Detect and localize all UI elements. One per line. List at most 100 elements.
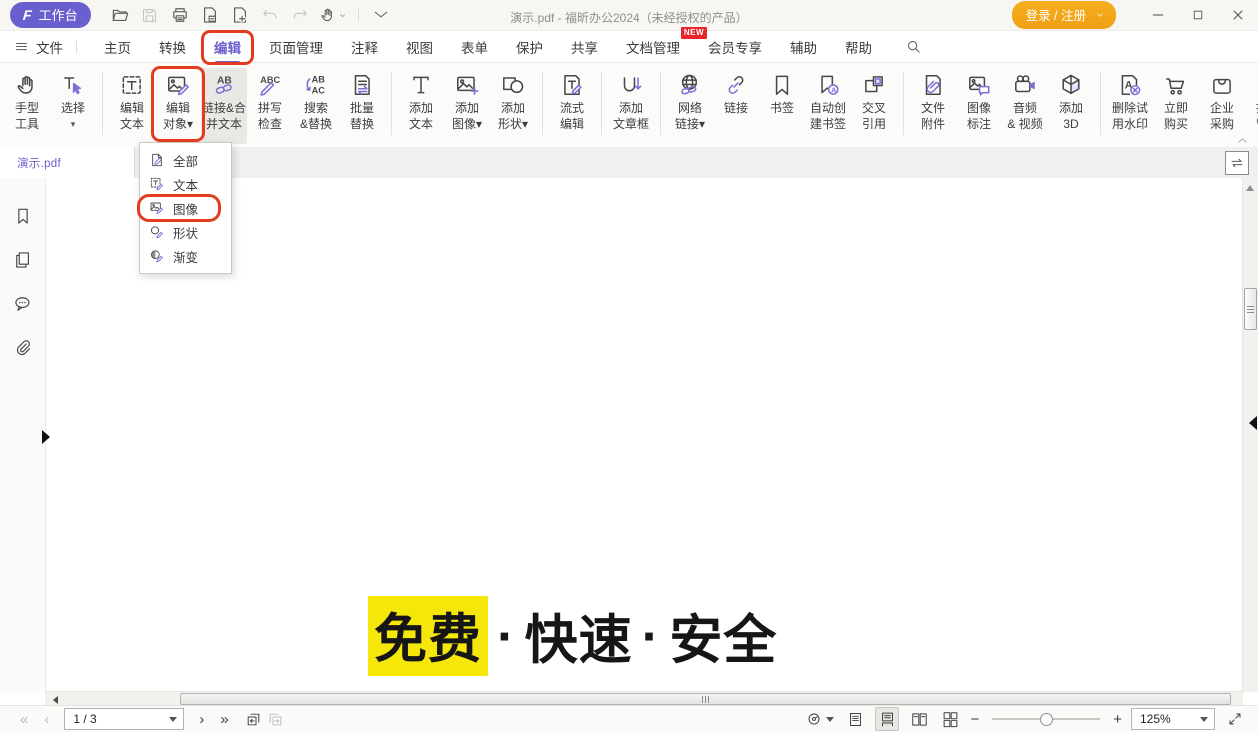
toolbar-button-add-text[interactable]: 添加 文本	[398, 68, 444, 144]
vertical-scrollbar[interactable]	[1242, 178, 1258, 692]
last-page-button[interactable]: »	[220, 712, 228, 727]
menu-item-membership[interactable]: 会员专享	[708, 37, 762, 57]
menu-item-help[interactable]: 帮助	[845, 37, 872, 57]
previous-page-button[interactable]: ‹	[44, 712, 49, 727]
minimize-button[interactable]	[1138, 0, 1178, 30]
toolbar-button-link[interactable]: 链接	[713, 68, 759, 144]
horizontal-scrollbar-thumb[interactable]	[180, 693, 1231, 705]
toolbar-button-web-link[interactable]: 网络 链接▾	[667, 68, 713, 144]
reading-direction-button[interactable]	[1225, 151, 1249, 175]
menu-item-comment[interactable]: 注释	[351, 37, 378, 57]
toolbar-button-add-image[interactable]: 添加 图像▾	[444, 68, 490, 144]
toolbar-group-divider	[660, 71, 661, 135]
next-page-button[interactable]: ›	[199, 712, 204, 727]
toolbar-button-search-replace[interactable]: 搜索 &替换	[293, 68, 339, 144]
toolbar-button-add-article-box[interactable]: 添加 文章框	[608, 68, 654, 144]
zoom-slider[interactable]	[992, 718, 1100, 720]
menu-item-home[interactable]: 主页	[104, 37, 131, 57]
menu-item-view[interactable]: 视图	[406, 37, 433, 57]
toolbar-button-bookmark[interactable]: 书签	[759, 68, 805, 144]
single-page-icon	[847, 711, 864, 728]
toolbar-button-edit-object[interactable]: 编辑 对象▾	[155, 68, 201, 144]
menu-search-button[interactable]	[902, 36, 924, 58]
vertical-scrollbar-thumb[interactable]	[1244, 288, 1257, 330]
zoom-out-button[interactable]: −	[970, 711, 979, 728]
previous-view-button[interactable]	[243, 708, 265, 730]
pages-panel-icon[interactable]	[13, 250, 33, 270]
dropdown-item-gradient[interactable]: 渐变	[140, 244, 231, 268]
scroll-up-arrow[interactable]	[1246, 185, 1254, 191]
open-file-button[interactable]	[105, 3, 135, 27]
single-page-view-button[interactable]	[844, 708, 866, 730]
continuous-view-button[interactable]	[875, 707, 899, 731]
bookmarks-panel-icon[interactable]	[13, 206, 33, 226]
expand-left-panel-handle[interactable]	[42, 430, 50, 444]
pdf-page-heading[interactable]: 免费 · 快速 · 安全	[368, 596, 777, 676]
new-page-button[interactable]	[225, 3, 255, 27]
menu-item-convert[interactable]: 转换	[159, 37, 186, 57]
attachments-panel-icon[interactable]	[13, 338, 33, 358]
comments-panel-icon[interactable]	[13, 294, 33, 314]
customize-quickbar-button[interactable]	[366, 3, 396, 27]
menu-item-protect[interactable]: 保护	[516, 37, 543, 57]
next-view-button[interactable]	[265, 708, 287, 730]
workspace-button[interactable]: F 工作台	[10, 2, 91, 28]
menu-item-accessibility[interactable]: 辅助	[790, 37, 817, 57]
login-register-button[interactable]: 登录 / 注册	[1012, 1, 1116, 29]
search-icon	[905, 38, 922, 55]
toolbar-button-license-management[interactable]: 授权 管理	[1245, 68, 1258, 144]
scroll-left-arrow[interactable]	[53, 696, 58, 704]
save-button[interactable]	[135, 3, 165, 27]
redo-button[interactable]	[285, 3, 315, 27]
toolbar-button-audio-video[interactable]: 音频 & 视频	[1002, 68, 1048, 144]
toolbar-button-add-3d[interactable]: 添加 3D	[1048, 68, 1094, 144]
close-page-button[interactable]	[195, 3, 225, 27]
toolbar-group-divider	[102, 71, 103, 135]
facing-continuous-view-button[interactable]	[939, 708, 961, 730]
zoom-in-button[interactable]: +	[1113, 711, 1122, 728]
menu-item-page-management[interactable]: 页面管理	[269, 37, 323, 57]
expand-right-panel-handle[interactable]	[1249, 416, 1257, 430]
menu-item-edit[interactable]: 编辑	[214, 37, 241, 57]
undo-button[interactable]	[255, 3, 285, 27]
page-number-box[interactable]: 1 / 3	[64, 708, 184, 730]
facing-pages-icon	[911, 711, 928, 728]
print-button[interactable]	[165, 3, 195, 27]
toolbar-button-auto-bookmark[interactable]: 自动创 建书签	[805, 68, 851, 144]
toolbar-button-buy-now[interactable]: 立即 购买	[1153, 68, 1199, 144]
toolbar-button-image-annotation[interactable]: 图像 标注	[956, 68, 1002, 144]
zoom-slider-knob[interactable]	[1040, 713, 1053, 726]
zoom-level-box[interactable]: 125%	[1131, 708, 1215, 730]
menu-item-file[interactable]: 文件	[14, 37, 63, 57]
close-button[interactable]	[1218, 0, 1258, 30]
toolbar-button-file-attachment[interactable]: 文件 附件	[910, 68, 956, 144]
toolbar-button-batch-replace[interactable]: 批量 替换	[339, 68, 385, 144]
edit-image-icon	[149, 200, 165, 216]
menu-item-share[interactable]: 共享	[571, 37, 598, 57]
toolbar-button-edit-text[interactable]: 编辑 文本	[109, 68, 155, 144]
toolbar-button-flow-edit[interactable]: 流式 编辑	[549, 68, 595, 144]
toolbar-button-add-shape[interactable]: 添加 形状▾	[490, 68, 536, 144]
menu-item-form[interactable]: 表单	[461, 37, 488, 57]
first-page-button[interactable]: «	[20, 712, 28, 727]
rotate-view-button[interactable]	[805, 708, 835, 730]
toolbar-button-remove-trial-watermark[interactable]: 删除试 用水印	[1107, 68, 1153, 144]
toolbar-button-cross-reference[interactable]: 交叉 引用	[851, 68, 897, 144]
toolbar-button-enterprise-purchase[interactable]: 企业 采购	[1199, 68, 1245, 144]
dropdown-item-image[interactable]: 图像	[140, 196, 231, 220]
dropdown-item-text[interactable]: 文本	[140, 172, 231, 196]
document-tab[interactable]: 演示.pdf	[0, 147, 135, 178]
fullscreen-button[interactable]	[1224, 708, 1246, 730]
dropdown-item-shape[interactable]: 形状	[140, 220, 231, 244]
facing-view-button[interactable]	[908, 708, 930, 730]
toolbar-button-link-merge-text[interactable]: 链接&合 并文本	[201, 68, 247, 144]
dropdown-item-all[interactable]: 全部	[140, 148, 231, 172]
hand-mode-button[interactable]	[315, 3, 351, 27]
toolbar-button-select[interactable]: 选择 ▾	[50, 68, 96, 144]
maximize-button[interactable]	[1178, 0, 1218, 30]
toolbar-button-spell-check[interactable]: 拼写 检查	[247, 68, 293, 144]
menu-item-document-management[interactable]: 文档管理 NEW	[626, 37, 680, 57]
horizontal-scrollbar[interactable]	[45, 691, 1243, 706]
collapse-toolbar-button[interactable]	[1236, 134, 1249, 147]
toolbar-button-hand-tool[interactable]: 手型 工具	[4, 68, 50, 144]
